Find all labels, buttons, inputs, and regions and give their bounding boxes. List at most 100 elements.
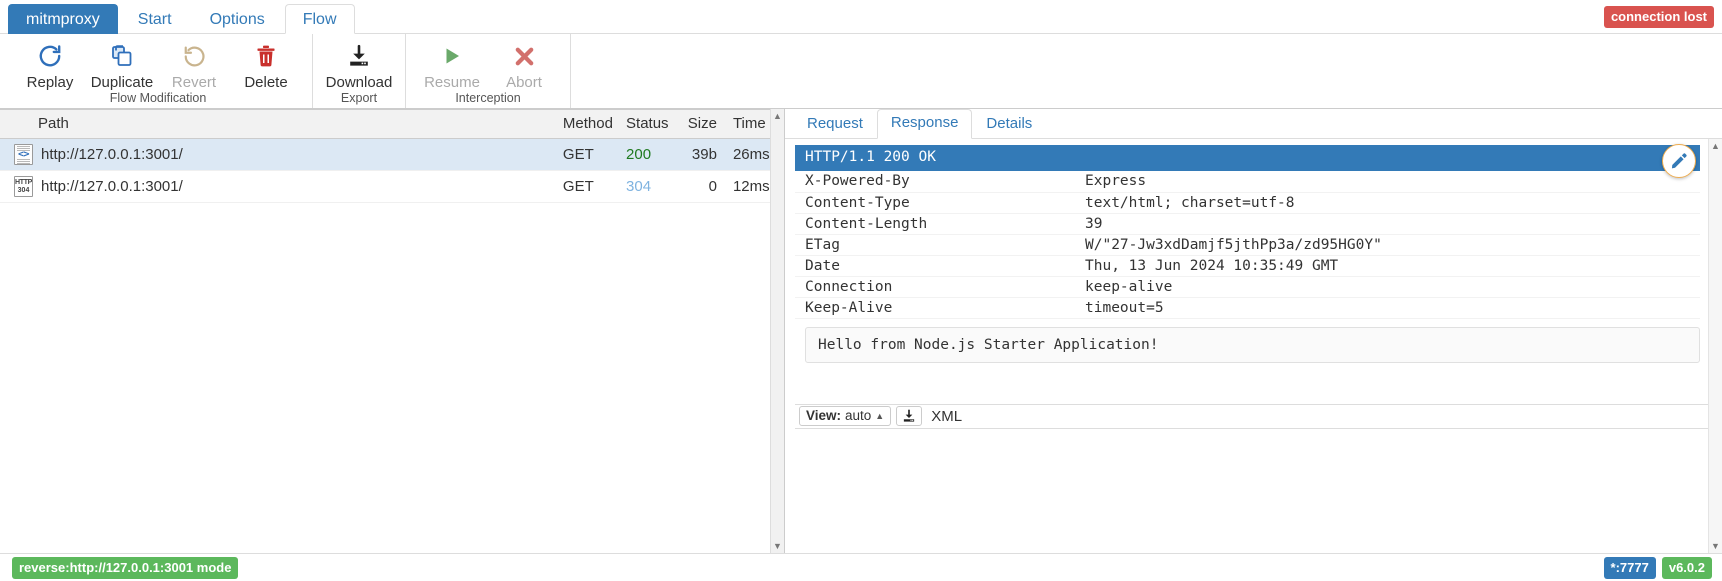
download-icon [902,409,916,423]
detail-pane-scrollbar[interactable]: ▲ ▼ [1708,139,1722,553]
tab-response[interactable]: Response [876,109,973,139]
header-name: Content-Length [795,213,1075,235]
table-row[interactable]: HTTP 304 http://127.0.0.1:3001/ GET 304 … [0,170,784,203]
header-row[interactable]: ETag W/"27-Jw3xdDamjf5jthPp3a/zd95HG0Y" [795,234,1700,256]
toolbar-group-flow-modification: Replay Duplicate Revert Delete Flow Modi… [4,34,313,108]
revert-button: Revert [158,39,230,91]
flow-table-body: <> http://127.0.0.1:3001/ GET 200 39b 26… [0,138,784,203]
download-icon [347,41,371,71]
tab-options[interactable]: Options [192,4,283,34]
column-header-path[interactable]: Path [0,109,555,139]
flow-list-scrollbar[interactable]: ▲ ▼ [770,109,784,553]
flow-toolbar: Replay Duplicate Revert Delete Flow Modi… [0,34,1722,109]
html-document-icon: <> [14,144,33,165]
tab-options-label: Options [209,11,265,28]
flow-row-path-wrapper: <> http://127.0.0.1:3001/ [8,144,547,165]
header-name: ETag [795,234,1075,256]
tab-flow[interactable]: Flow [284,4,355,34]
flow-table: Path Method Status Size Time <> http://1… [0,109,784,203]
tab-mitmproxy[interactable]: mitmproxy [8,4,118,34]
header-name: Keep-Alive [795,297,1075,319]
download-button[interactable]: Download [323,39,395,91]
tab-details[interactable]: Details [972,110,1046,139]
http-304-icon: HTTP 304 [14,176,33,197]
view-mode-value: auto [845,407,872,423]
pencil-icon [1670,152,1688,170]
tab-start[interactable]: Start [120,4,190,34]
scroll-down-icon[interactable]: ▼ [773,539,782,553]
toolbar-group-interception-items: Resume Abort [416,39,560,91]
flow-row-size: 0 [674,170,725,203]
connection-status-badge: connection lost [1603,6,1714,28]
main-split: Path Method Status Size Time <> http://1… [0,109,1722,553]
header-value: timeout=5 [1075,297,1700,319]
flow-row-path-wrapper: HTTP 304 http://127.0.0.1:3001/ [8,176,547,197]
duplicate-button[interactable]: Duplicate [86,39,158,91]
detail-tabs: Request Response Details [785,109,1722,139]
replay-icon [37,41,63,71]
flow-row-method: GET [554,138,619,171]
header-row[interactable]: X-Powered-By Express [795,171,1700,193]
revert-button-label: Revert [171,74,217,91]
tab-request[interactable]: Request [793,110,877,139]
abort-icon [513,41,536,71]
header-row[interactable]: Content-Length 39 [795,213,1700,235]
flow-detail-pane: Request Response Details HTTP/1.1 200 OK… [785,109,1722,553]
table-row[interactable]: <> http://127.0.0.1:3001/ GET 200 39b 26… [0,138,784,171]
duplicate-button-label: Duplicate [90,74,154,91]
scroll-up-icon[interactable]: ▲ [773,109,782,123]
listen-port-badge: *:7777 [1603,556,1656,579]
tab-request-label: Request [807,115,863,132]
proxy-mode-badge: reverse:http://127.0.0.1:3001 mode [12,556,239,579]
column-header-method[interactable]: Method [554,109,619,139]
toolbar-group-export-items: Download [323,39,395,91]
view-mode-label: View: [806,407,842,423]
header-row[interactable]: Date Thu, 13 Jun 2024 10:35:49 GMT [795,255,1700,277]
version-badge: v6.0.2 [1661,556,1712,579]
chevron-up-icon: ▲ [875,410,885,421]
status-bar: reverse:http://127.0.0.1:3001 mode *:777… [0,553,1722,581]
flow-row-path-cell: <> http://127.0.0.1:3001/ [0,138,555,171]
replay-button-label: Replay [26,74,74,91]
view-toolbar: View: auto ▲ XML [795,403,1722,429]
download-body-button[interactable] [896,406,923,427]
detail-body-spacer [795,363,1722,404]
column-header-size[interactable]: Size [674,109,725,139]
delete-button-label: Delete [244,74,288,91]
scroll-up-icon[interactable]: ▲ [1711,139,1720,153]
html-document-icon-lines-bottom [17,158,30,164]
toolbar-group-export: Download Export [313,34,406,108]
response-status-line: HTTP/1.1 200 OK [795,145,1700,171]
mitmproxy-app: mitmproxy Start Options Flow connection … [0,0,1722,581]
scroll-down-icon[interactable]: ▼ [1711,539,1720,553]
header-row[interactable]: Keep-Alive timeout=5 [795,297,1700,319]
header-name: Connection [795,276,1075,298]
detail-bottom-spacer [795,429,1722,553]
edit-flow-button[interactable] [1662,144,1696,178]
header-row[interactable]: Content-Type text/html; charset=utf-8 [795,192,1700,214]
flow-table-header-row: Path Method Status Size Time [0,109,784,139]
html-document-icon-chevrons: <> [17,148,30,160]
tab-flow-label: Flow [302,11,337,28]
replay-button[interactable]: Replay [14,39,86,91]
download-button-label: Download [325,74,393,91]
delete-icon [255,41,277,71]
abort-button-label: Abort [506,74,542,91]
toolbar-filler [571,34,1722,108]
column-header-status[interactable]: Status [618,109,675,139]
flow-row-status: 304 [618,170,675,203]
content-type-label: XML [931,407,963,425]
flow-table-head: Path Method Status Size Time [0,109,784,139]
http-304-icon-line2: 304 [17,186,30,194]
flow-row-status: 200 [618,138,675,171]
revert-icon [182,41,207,71]
header-value: text/html; charset=utf-8 [1075,192,1700,214]
response-headers-table: X-Powered-By Express Content-Type text/h… [795,171,1700,319]
view-mode-button[interactable]: View: auto ▲ [799,406,892,427]
header-name: X-Powered-By [795,171,1075,193]
response-body-preview: Hello from Node.js Starter Application! [805,326,1700,363]
delete-button[interactable]: Delete [230,39,302,91]
toolbar-group-flow-modification-label: Flow Modification [109,91,207,105]
header-name: Content-Type [795,192,1075,214]
header-row[interactable]: Connection keep-alive [795,276,1700,298]
